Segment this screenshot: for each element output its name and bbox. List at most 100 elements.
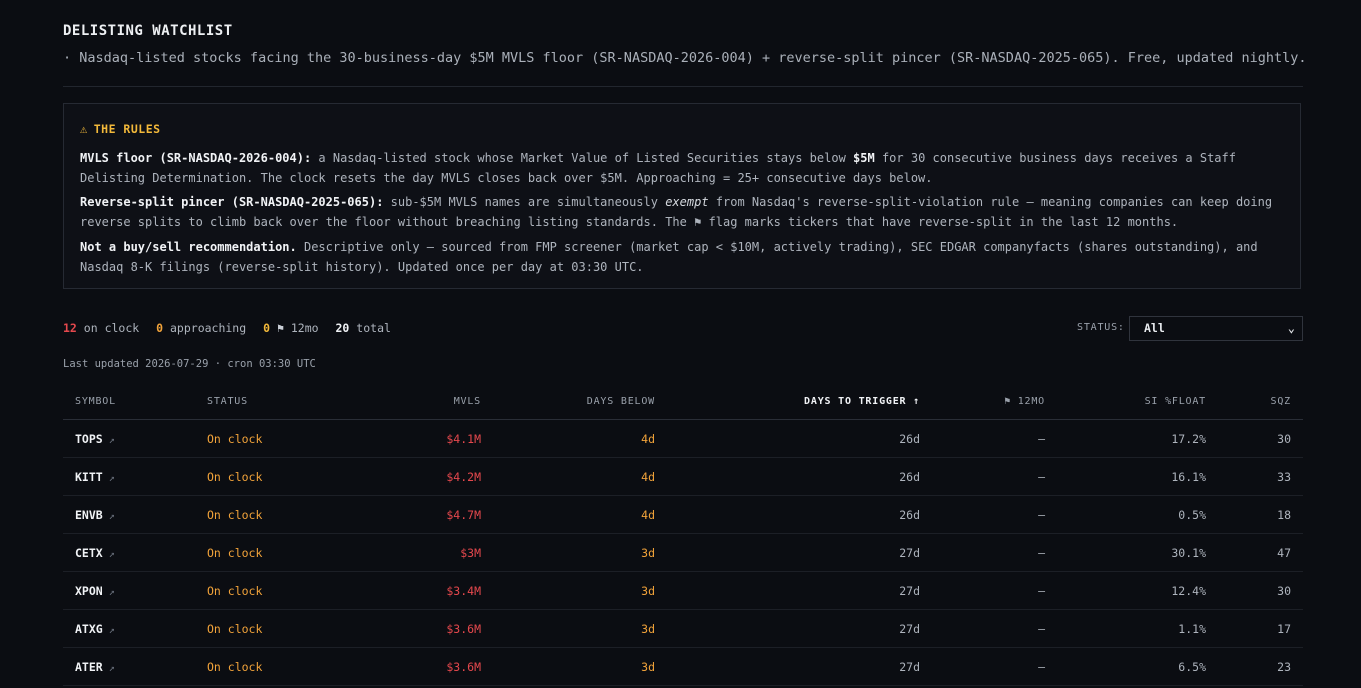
watchlist-table: SYMBOL STATUS MVLS DAYS BELOW DAYS TO TR… xyxy=(63,383,1303,686)
cell-days-below: 3d xyxy=(493,647,667,686)
cell-days-to-trigger: 26d xyxy=(667,419,932,458)
cell-sqz: 33 xyxy=(1218,457,1303,496)
status-filter-select[interactable]: All ⌄ xyxy=(1129,316,1303,341)
cell-sqz: 30 xyxy=(1218,571,1303,610)
cell-days-below: 3d xyxy=(493,571,667,610)
cell-si-float: 12.4% xyxy=(1057,571,1218,610)
external-link-icon[interactable]: ↗ xyxy=(109,549,115,560)
flag-icon: ⚑ xyxy=(276,321,284,335)
external-link-icon[interactable]: ↗ xyxy=(109,663,115,674)
cell-si-float: 17.2% xyxy=(1057,419,1218,458)
col-mvls[interactable]: MVLS xyxy=(325,383,493,420)
cell-days-to-trigger: 27d xyxy=(667,533,932,572)
cell-flag-12mo: — xyxy=(932,571,1057,610)
external-link-icon[interactable]: ↗ xyxy=(109,473,115,484)
table-row[interactable]: XPON ↗ On clock $3.4M 3d 27d —12.4% 30 xyxy=(63,571,1303,610)
cell-mvls: $4.2M xyxy=(325,457,493,496)
ticker-link[interactable]: ATER xyxy=(75,660,103,674)
cell-si-float: 0.5% xyxy=(1057,495,1218,534)
on-clock-label: on clock xyxy=(83,321,140,335)
cell-days-to-trigger: 27d xyxy=(667,571,932,610)
cell-status: On clock xyxy=(195,457,325,496)
table-row[interactable]: CETX ↗ On clock $3M 3d 27d —30.1% 47 xyxy=(63,533,1303,572)
approaching-count: 0 xyxy=(156,321,164,335)
cell-symbol: ENVB ↗ xyxy=(63,495,195,534)
ticker-link[interactable]: XPON xyxy=(75,584,103,598)
table-row[interactable]: ENVB ↗ On clock $4.7M 4d 26d —0.5% 18 xyxy=(63,495,1303,534)
rules-heading: ⚠ THE RULES xyxy=(80,122,161,136)
cell-sqz: 17 xyxy=(1218,609,1303,648)
table-header-row: SYMBOL STATUS MVLS DAYS BELOW DAYS TO TR… xyxy=(63,383,1303,420)
cell-days-below: 4d xyxy=(493,457,667,496)
header-divider xyxy=(63,86,1303,87)
page-subtitle: · Nasdaq-listed stocks facing the 30-bus… xyxy=(63,50,1307,66)
page: DELISTING WATCHLIST · Nasdaq-listed stoc… xyxy=(0,0,1361,688)
cell-status: On clock xyxy=(195,571,325,610)
ticker-link[interactable]: CETX xyxy=(75,546,103,560)
cell-days-below: 4d xyxy=(493,419,667,458)
cell-days-below: 3d xyxy=(493,609,667,648)
cell-status: On clock xyxy=(195,533,325,572)
cell-si-float: 1.1% xyxy=(1057,609,1218,648)
cell-sqz: 47 xyxy=(1218,533,1303,572)
cell-mvls: $3M xyxy=(325,533,493,572)
on-clock-count: 12 xyxy=(63,321,77,335)
ticker-link[interactable]: KITT xyxy=(75,470,103,484)
table-row[interactable]: KITT ↗ On clock $4.2M 4d 26d —16.1% 33 xyxy=(63,457,1303,496)
ticker-link[interactable]: ENVB xyxy=(75,508,103,522)
col-days-to-trigger[interactable]: DAYS TO TRIGGER ↑ xyxy=(667,383,932,420)
cell-symbol: ATER ↗ xyxy=(63,647,195,686)
col-sqz[interactable]: SQZ xyxy=(1218,383,1303,420)
last-updated: Last updated 2026-07-29 · cron 03:30 UTC xyxy=(63,358,316,370)
rule-mvls-title: MVLS floor (SR-NASDAQ-2026-004): xyxy=(80,151,312,165)
table-row[interactable]: ATXG ↗ On clock $3.6M 3d 27d —1.1% 17 xyxy=(63,609,1303,648)
rules-heading-label: THE RULES xyxy=(93,122,161,136)
cell-symbol: ATXG ↗ xyxy=(63,609,195,648)
external-link-icon[interactable]: ↗ xyxy=(109,511,115,522)
cell-mvls: $4.7M xyxy=(325,495,493,534)
flag-count: 0 xyxy=(263,321,271,335)
rule-disclaimer-title: Not a buy/sell recommendation. xyxy=(80,240,297,254)
cell-mvls: $3.4M xyxy=(325,571,493,610)
cell-days-below: 3d xyxy=(493,533,667,572)
ticker-link[interactable]: TOPS xyxy=(75,432,103,446)
table-row[interactable]: TOPS ↗ On clock $4.1M 4d 26d —17.2% 30 xyxy=(63,419,1303,458)
cell-si-float: 16.1% xyxy=(1057,457,1218,496)
rule-disclaimer: Not a buy/sell recommendation. Descripti… xyxy=(80,238,1280,277)
col-status[interactable]: STATUS xyxy=(195,383,325,420)
approaching-label: approaching xyxy=(170,321,247,335)
cell-symbol: XPON ↗ xyxy=(63,571,195,610)
external-link-icon[interactable]: ↗ xyxy=(109,435,115,446)
rule-mvls-floor: MVLS floor (SR-NASDAQ-2026-004): a Nasda… xyxy=(80,149,1280,188)
table-row[interactable]: ATER ↗ On clock $3.6M 3d 27d —6.5% 23 xyxy=(63,647,1303,686)
rule-reverse-split: Reverse-split pincer (SR-NASDAQ-2025-065… xyxy=(80,193,1280,232)
cell-status: On clock xyxy=(195,419,325,458)
cell-days-to-trigger: 27d xyxy=(667,609,932,648)
cell-flag-12mo: — xyxy=(932,647,1057,686)
chevron-down-icon: ⌄ xyxy=(1287,321,1295,335)
rule-rs-title: Reverse-split pincer (SR-NASDAQ-2025-065… xyxy=(80,195,384,209)
cell-sqz: 23 xyxy=(1218,647,1303,686)
summary-counts: 12 on clock 0 approaching 0 ⚑ 12mo 20 to… xyxy=(63,321,391,335)
col-symbol[interactable]: SYMBOL xyxy=(63,383,195,420)
page-title: DELISTING WATCHLIST xyxy=(63,23,233,39)
ticker-link[interactable]: ATXG xyxy=(75,622,103,636)
col-si-float[interactable]: SI %FLOAT xyxy=(1057,383,1218,420)
cell-status: On clock xyxy=(195,495,325,534)
rule-mvls-text-a: a Nasdaq-listed stock whose Market Value… xyxy=(311,151,854,165)
rule-mvls-threshold: $5M xyxy=(853,151,875,165)
status-filter-value: All xyxy=(1144,321,1165,335)
cell-symbol: KITT ↗ xyxy=(63,457,195,496)
cell-sqz: 30 xyxy=(1218,419,1303,458)
cell-flag-12mo: — xyxy=(932,419,1057,458)
external-link-icon[interactable]: ↗ xyxy=(109,587,115,598)
col-flag-12mo[interactable]: ⚑ 12MO xyxy=(932,383,1057,420)
cell-flag-12mo: — xyxy=(932,457,1057,496)
col-days-below[interactable]: DAYS BELOW xyxy=(493,383,667,420)
warning-icon: ⚠ xyxy=(80,122,88,136)
rule-rs-text-a: sub-$5M MVLS names are simultaneously xyxy=(383,195,666,209)
cell-mvls: $4.1M xyxy=(325,419,493,458)
external-link-icon[interactable]: ↗ xyxy=(109,625,115,636)
cell-mvls: $3.6M xyxy=(325,609,493,648)
cell-flag-12mo: — xyxy=(932,533,1057,572)
